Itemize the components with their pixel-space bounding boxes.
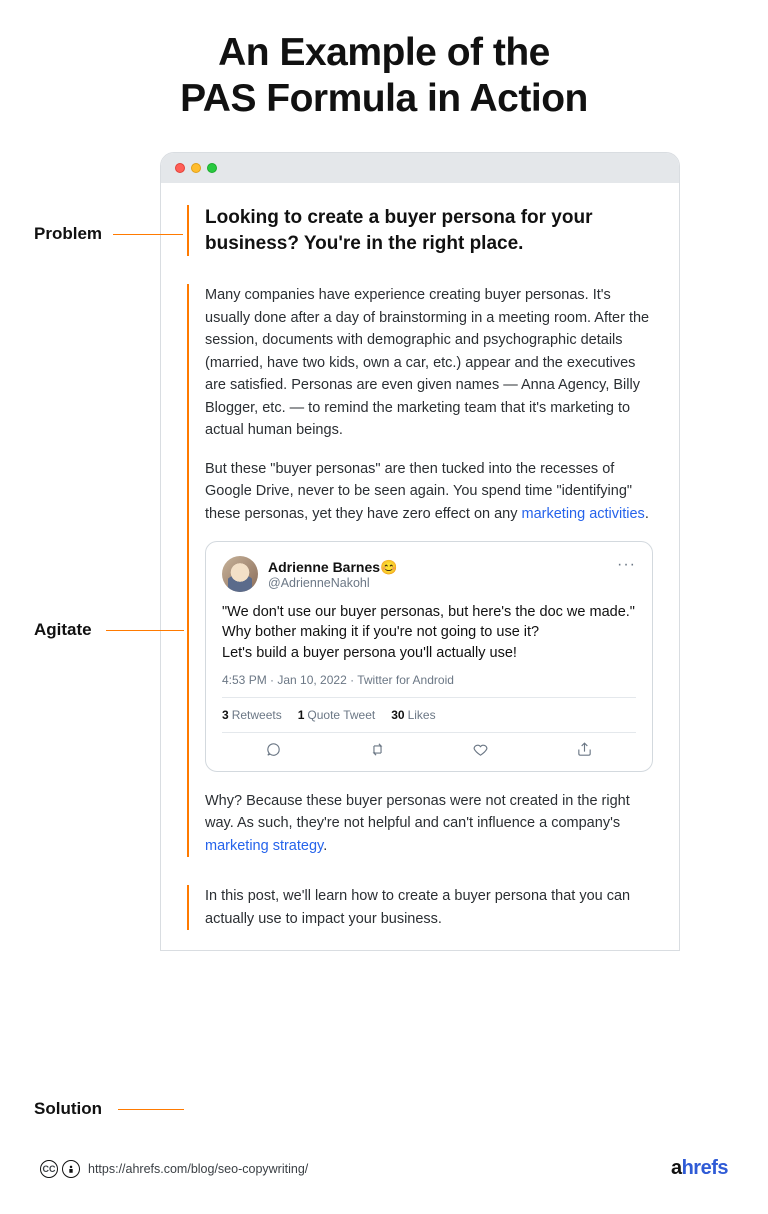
- window-close-icon: [175, 163, 185, 173]
- page-title: An Example of the PAS Formula in Action: [40, 30, 728, 122]
- stat-likes[interactable]: 30Likes: [391, 708, 435, 722]
- embedded-tweet: Adrienne Barnes😊 @AdrienneNakohl ··· "We…: [205, 541, 653, 772]
- tweet-meta: 4:53 PM · Jan 10, 2022 · Twitter for And…: [222, 673, 636, 698]
- title-line-2: PAS Formula in Action: [180, 77, 588, 120]
- label-solution: Solution: [34, 1099, 102, 1119]
- window-minimize-icon: [191, 163, 201, 173]
- footer: CC https://ahrefs.com/blog/seo-copywriti…: [40, 1157, 728, 1180]
- section-problem: Looking to create a buyer persona for yo…: [187, 205, 653, 256]
- agitate-para-2b: .: [645, 506, 649, 522]
- browser-content: Looking to create a buyer persona for yo…: [161, 183, 679, 950]
- reply-icon[interactable]: [265, 741, 282, 761]
- agitate-para-3b: .: [323, 838, 327, 854]
- agitate-para-3: Why? Because these buyer personas were n…: [205, 790, 653, 857]
- browser-window: Looking to create a buyer persona for yo…: [160, 152, 680, 951]
- agitate-para-2: But these "buyer personas" are then tuck…: [205, 458, 653, 525]
- emoji-icon: 😊: [380, 559, 397, 575]
- tweet-author-name: Adrienne Barnes: [268, 559, 380, 575]
- title-line-1: An Example of the: [218, 31, 550, 74]
- agitate-para-3a: Why? Because these buyer personas were n…: [205, 793, 630, 831]
- section-solution: In this post, we'll learn how to create …: [187, 885, 653, 930]
- label-problem: Problem: [34, 224, 102, 244]
- ahrefs-logo: ahrefs: [671, 1157, 728, 1180]
- tweet-actions: [222, 733, 636, 763]
- window-zoom-icon: [207, 163, 217, 173]
- section-agitate: Many companies have experience creating …: [187, 284, 653, 857]
- connector-problem: [113, 234, 183, 235]
- like-icon[interactable]: [472, 741, 489, 761]
- tweet-line-1: "We don't use our buyer personas, but he…: [222, 604, 635, 620]
- by-icon: [62, 1160, 80, 1178]
- source-url: https://ahrefs.com/blog/seo-copywriting/: [88, 1162, 308, 1176]
- label-agitate: Agitate: [34, 620, 92, 640]
- link-marketing-strategy[interactable]: marketing strategy: [205, 838, 323, 854]
- share-icon[interactable]: [576, 741, 593, 761]
- diagram-stage: Problem Agitate Solution Looking to crea…: [160, 152, 680, 951]
- agitate-para-1: Many companies have experience creating …: [205, 284, 653, 441]
- tweet-line-2: Why bother making it if you're not going…: [222, 624, 539, 640]
- tweet-author-handle: @AdrienneNakohl: [268, 576, 397, 590]
- stat-quote-tweets[interactable]: 1Quote Tweet: [298, 708, 376, 722]
- browser-titlebar: [161, 153, 679, 183]
- solution-text: In this post, we'll learn how to create …: [205, 885, 653, 930]
- tweet-stats: 3Retweets 1Quote Tweet 30Likes: [222, 698, 636, 733]
- footer-left: CC https://ahrefs.com/blog/seo-copywriti…: [40, 1160, 308, 1178]
- problem-text: Looking to create a buyer persona for yo…: [205, 205, 653, 256]
- connector-solution: [118, 1109, 184, 1110]
- tweet-header: Adrienne Barnes😊 @AdrienneNakohl ···: [222, 556, 636, 592]
- stat-retweets[interactable]: 3Retweets: [222, 708, 282, 722]
- avatar: [222, 556, 258, 592]
- cc-icon: CC: [40, 1160, 58, 1178]
- retweet-icon[interactable]: [369, 741, 386, 761]
- connector-agitate: [106, 630, 184, 631]
- cc-license-icon: CC: [40, 1160, 80, 1178]
- link-marketing-activities[interactable]: marketing activities: [522, 506, 645, 522]
- more-icon[interactable]: ···: [617, 556, 636, 574]
- tweet-line-3: Let's build a buyer persona you'll actua…: [222, 645, 517, 661]
- tweet-body: "We don't use our buyer personas, but he…: [222, 602, 636, 663]
